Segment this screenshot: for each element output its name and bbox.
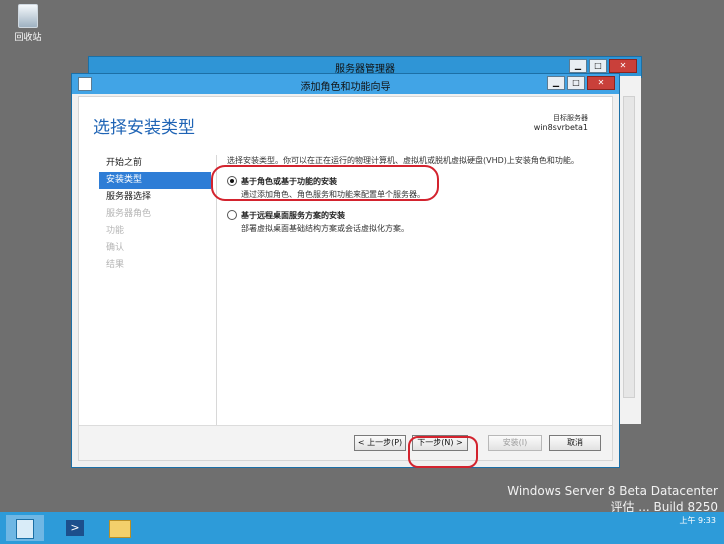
close-button[interactable]: ✕ (587, 76, 615, 90)
nav-item-confirmation: 确认 (106, 243, 125, 253)
destination-server: 目标服务器 win8svrbeta1 (534, 113, 588, 132)
watermark-line1: Windows Server 8 Beta Datacenter (507, 484, 718, 498)
page-title: 选择安装类型 (93, 118, 195, 138)
scrollbar[interactable] (623, 96, 635, 398)
taskbar-file-explorer[interactable] (100, 515, 138, 541)
destination-label: 目标服务器 (553, 114, 588, 122)
cancel-button[interactable]: 取消 (549, 435, 601, 451)
wizard-window-controls: ▁ □ ✕ (547, 76, 615, 90)
os-watermark: Windows Server 8 Beta Datacenter 评估 ... … (507, 483, 718, 515)
nav-item-server-selection[interactable]: 服务器选择 (99, 189, 211, 206)
add-roles-wizard: 添加角色和功能向导 ▁ □ ✕ 选择安装类型 目标服务器 win8svrbeta… (71, 73, 620, 468)
nav-item-server-roles: 服务器角色 (106, 209, 152, 219)
wizard-titlebar[interactable]: 添加角色和功能向导 ▁ □ ✕ (72, 74, 619, 94)
previous-button[interactable]: < 上一步(P) (354, 435, 406, 451)
option-remote-desktop[interactable]: 基于远程桌面服务方案的安装 部署虚拟桌面基础结构方案或会话虚拟化方案。 (227, 210, 597, 234)
maximize-button[interactable]: □ (567, 76, 585, 90)
wizard-nav: 开始之前 安装类型 服务器选择 服务器角色 功能 确认 结果 (99, 155, 211, 274)
recycle-bin-label: 回收站 (14, 33, 42, 43)
recycle-bin[interactable]: 回收站 (8, 4, 48, 43)
minimize-button[interactable]: ▁ (569, 59, 587, 73)
nav-item-features: 功能 (106, 226, 125, 236)
nav-item-before-you-begin[interactable]: 开始之前 (99, 155, 211, 172)
tray-time[interactable]: 上午 9:33 (679, 515, 716, 527)
wizard-footer: < 上一步(P) 下一步(N) > 安装(I) 取消 (79, 425, 612, 460)
option-remote-desktop-label: 基于远程桌面服务方案的安装 (241, 211, 345, 220)
taskbar-powershell[interactable]: > (56, 515, 94, 541)
folder-icon (109, 520, 131, 538)
recycle-bin-icon (18, 4, 38, 28)
wizard-pane: 选择安装类型 目标服务器 win8svrbeta1 开始之前 安装类型 服务器选… (78, 96, 613, 461)
destination-value: win8svrbeta1 (533, 123, 588, 132)
nav-item-results: 结果 (106, 260, 125, 270)
maximize-button[interactable]: □ (589, 59, 607, 73)
option-remote-desktop-desc: 部署虚拟桌面基础结构方案或会话虚拟化方案。 (241, 224, 409, 233)
system-tray: 上午 9:33 (679, 515, 716, 527)
minimize-button[interactable]: ▁ (547, 76, 565, 90)
install-button: 安装(I) (488, 435, 542, 451)
powershell-icon: > (66, 520, 84, 536)
close-button[interactable]: ✕ (609, 59, 637, 73)
server-manager-icon (16, 519, 34, 539)
nav-item-installation-type[interactable]: 安装类型 (99, 172, 211, 189)
highlight-option-circle (211, 165, 439, 201)
radio-remote-desktop[interactable] (227, 210, 237, 220)
taskbar-server-manager[interactable] (6, 515, 44, 541)
window-controls: ▁ □ ✕ (569, 59, 637, 73)
highlight-next-circle (408, 436, 478, 468)
desktop: 回收站 服务器管理器 ▁ □ ✕ 添加角色和功能向导 ▁ □ ✕ 选择安装类型 … (0, 0, 724, 515)
taskbar: > 上午 9:33 (0, 512, 724, 544)
wizard-title: 添加角色和功能向导 (300, 82, 391, 93)
